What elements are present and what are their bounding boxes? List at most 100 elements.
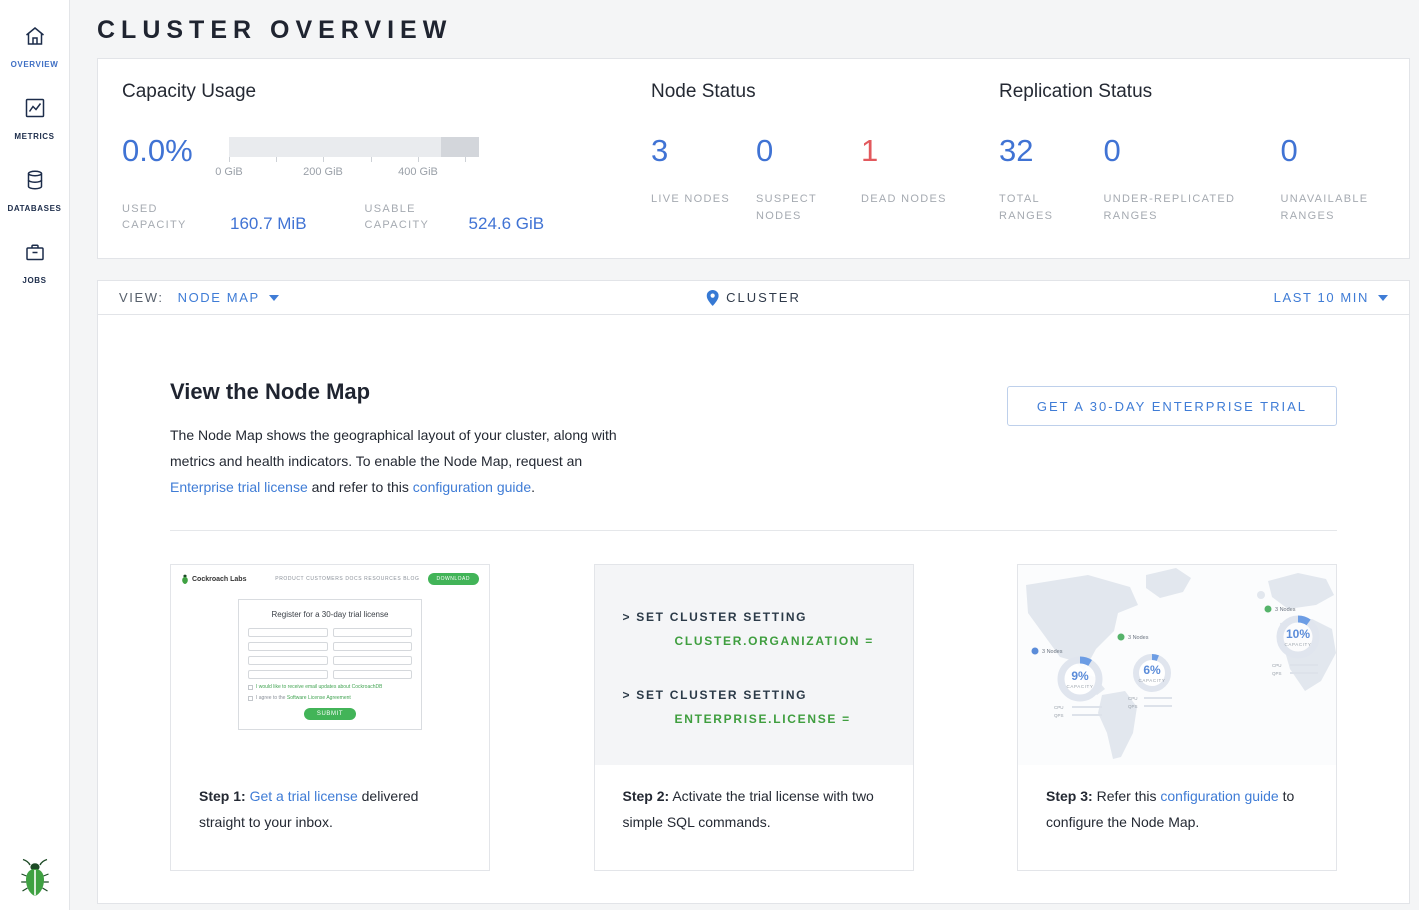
replication-status-title: Replication Status: [999, 81, 1385, 103]
cockroachdb-logo: [0, 858, 70, 898]
form-title: Register for a 30-day trial license: [248, 610, 412, 619]
submit-button: SUBMIT: [304, 708, 356, 720]
configuration-guide-link[interactable]: configuration guide: [1160, 788, 1278, 804]
form-checkbox-row: I agree to the Software License Agreemen…: [248, 695, 412, 701]
main-content: CLUSTER OVERVIEW Capacity Usage 0.0%: [70, 0, 1419, 910]
svg-text:CPU: CPU: [1272, 663, 1282, 668]
step1-card: Cockroach Labs PRODUCT CUSTOMERS DOCS RE…: [170, 564, 490, 871]
step3-text: Refer this: [1097, 788, 1157, 804]
capacity-gauge: 0 GiB 200 GiB 400 GiB: [229, 137, 479, 187]
sidebar-item-jobs[interactable]: JOBS: [0, 226, 69, 298]
step1-label: Step 1:: [199, 788, 246, 804]
unavailable-ranges-stat: 0 UNAVAILABLE RANGES: [1281, 133, 1385, 225]
under-replicated-ranges-stat: 0 UNDER-REPLICATED RANGES: [1103, 133, 1280, 225]
capacity-usage-section: Capacity Usage 0.0%: [122, 81, 651, 236]
checkbox-label: I agree to the: [256, 695, 285, 701]
page-title: CLUSTER OVERVIEW: [97, 16, 1410, 45]
sidebar-item-label: DATABASES: [8, 204, 62, 213]
svg-text:CPU: CPU: [1128, 696, 1138, 701]
description-text: The Node Map shows the geographical layo…: [170, 427, 617, 469]
sql-setting-line: ENTERPRISE.LICENSE =: [623, 707, 913, 731]
unavailable-ranges-value: 0: [1281, 133, 1385, 169]
step3-node-map-preview: 3 Nodes 3 Nodes 3 Nodes 9% CAPACITY: [1018, 565, 1336, 765]
app-root: OVERVIEW METRICS DATABASES JOBS: [0, 0, 1419, 910]
unavailable-ranges-label: UNAVAILABLE RANGES: [1281, 191, 1367, 225]
sidebar-item-databases[interactable]: DATABASES: [0, 154, 69, 226]
description-text: .: [531, 479, 535, 495]
configuration-guide-link[interactable]: configuration guide: [413, 479, 531, 495]
dead-nodes-value: 1: [861, 133, 966, 169]
time-range-value: LAST 10 MIN: [1274, 290, 1369, 305]
live-nodes-label: LIVE NODES: [651, 191, 737, 208]
axis-tick-label: 0 GiB: [215, 166, 243, 178]
svg-text:CPU: CPU: [1054, 705, 1064, 710]
capacity-gauge-bar: [229, 137, 479, 157]
cluster-breadcrumb-label: CLUSTER: [726, 290, 801, 305]
metrics-icon: [23, 96, 47, 125]
axis-tick-label: 200 GiB: [303, 166, 343, 178]
total-ranges-stat: 32 TOTAL RANGES: [999, 133, 1103, 225]
svg-text:CAPACITY: CAPACITY: [1285, 642, 1312, 647]
cluster-summary-card: Capacity Usage 0.0%: [97, 58, 1410, 259]
suspect-nodes-stat: 0 SUSPECT NODES: [756, 133, 861, 225]
node-locality-label: 3 Nodes: [1042, 649, 1063, 655]
svg-text:QPS: QPS: [1128, 704, 1138, 709]
usable-capacity-label: USABLE CAPACITY: [365, 201, 453, 233]
step2-caption: Step 2: Activate the trial license with …: [595, 765, 913, 835]
svg-text:9%: 9%: [1071, 669, 1089, 683]
sql-prompt-line: > SET CLUSTER SETTING: [623, 683, 913, 707]
sidebar-item-label: JOBS: [22, 276, 46, 285]
enterprise-trial-license-link[interactable]: Enterprise trial license: [170, 479, 308, 495]
sidebar-item-overview[interactable]: OVERVIEW: [0, 10, 69, 82]
capacity-gauge-axis: 0 GiB 200 GiB 400 GiB: [229, 157, 479, 187]
node-map-panel: View the Node Map The Node Map shows the…: [97, 315, 1410, 904]
databases-icon: [23, 168, 47, 197]
trial-registration-form: Register for a 30-day trial license I wo…: [238, 599, 422, 730]
brand-text: Cockroach Labs: [192, 576, 246, 583]
dead-nodes-label: DEAD NODES: [861, 191, 947, 208]
sidebar-item-label: OVERVIEW: [11, 60, 59, 69]
svg-text:CAPACITY: CAPACITY: [1067, 684, 1094, 689]
node-map-world-image: 3 Nodes 3 Nodes 3 Nodes 9% CAPACITY: [1018, 565, 1336, 765]
sidebar-item-label: METRICS: [14, 132, 54, 141]
view-bar: VIEW: NODE MAP CLUSTER LAST 10 MIN: [97, 280, 1410, 315]
axis-tick-label: 400 GiB: [398, 166, 438, 178]
enterprise-trial-button[interactable]: GET A 30-DAY ENTERPRISE TRIAL: [1007, 386, 1337, 426]
capacity-usage-title: Capacity Usage: [122, 81, 651, 103]
get-trial-license-link[interactable]: Get a trial license: [250, 788, 358, 804]
svg-text:6%: 6%: [1143, 663, 1161, 677]
sql-prompt-line: > SET CLUSTER SETTING: [623, 605, 913, 629]
cockroach-labs-brand: Cockroach Labs: [181, 574, 246, 584]
sidebar-item-metrics[interactable]: METRICS: [0, 82, 69, 154]
replication-status-section: Replication Status 32 TOTAL RANGES 0 UND…: [999, 81, 1385, 236]
node-locality-label: 3 Nodes: [1275, 607, 1296, 613]
node-locality-label: 3 Nodes: [1128, 635, 1149, 641]
svg-text:CAPACITY: CAPACITY: [1139, 678, 1166, 683]
description-text: and refer to this: [312, 479, 409, 495]
total-ranges-label: TOTAL RANGES: [999, 191, 1085, 225]
time-range-selector[interactable]: LAST 10 MIN: [1274, 290, 1388, 305]
used-capacity-value: 160.7 MiB: [230, 214, 307, 233]
step2-label: Step 2:: [623, 788, 670, 804]
live-nodes-value: 3: [651, 133, 756, 169]
view-selector[interactable]: VIEW: NODE MAP: [119, 290, 279, 305]
cluster-breadcrumb: CLUSTER: [706, 290, 801, 306]
step2-card: > SET CLUSTER SETTING CLUSTER.ORGANIZATI…: [594, 564, 914, 871]
node-status-title: Node Status: [651, 81, 999, 103]
svg-text:10%: 10%: [1286, 627, 1310, 641]
view-label: VIEW:: [119, 290, 164, 305]
jobs-icon: [23, 240, 47, 269]
step2-code-snippet: > SET CLUSTER SETTING CLUSTER.ORGANIZATI…: [595, 565, 913, 765]
under-replicated-ranges-label: UNDER-REPLICATED RANGES: [1103, 191, 1263, 225]
used-capacity-label: USED CAPACITY: [122, 201, 206, 233]
home-icon: [23, 24, 47, 53]
node-map-description: The Node Map shows the geographical layo…: [170, 422, 644, 500]
location-pin-icon: [706, 290, 718, 306]
checkbox-label: I would like to receive email updates ab…: [256, 684, 382, 690]
chevron-down-icon: [269, 295, 279, 301]
node-status-section: Node Status 3 LIVE NODES 0 SUSPECT NODES…: [651, 81, 999, 236]
step3-caption: Step 3: Refer this configuration guide t…: [1018, 765, 1336, 835]
step3-label: Step 3:: [1046, 788, 1093, 804]
form-checkbox-row: I would like to receive email updates ab…: [248, 684, 412, 690]
capacity-used-percent: 0.0%: [122, 133, 229, 169]
